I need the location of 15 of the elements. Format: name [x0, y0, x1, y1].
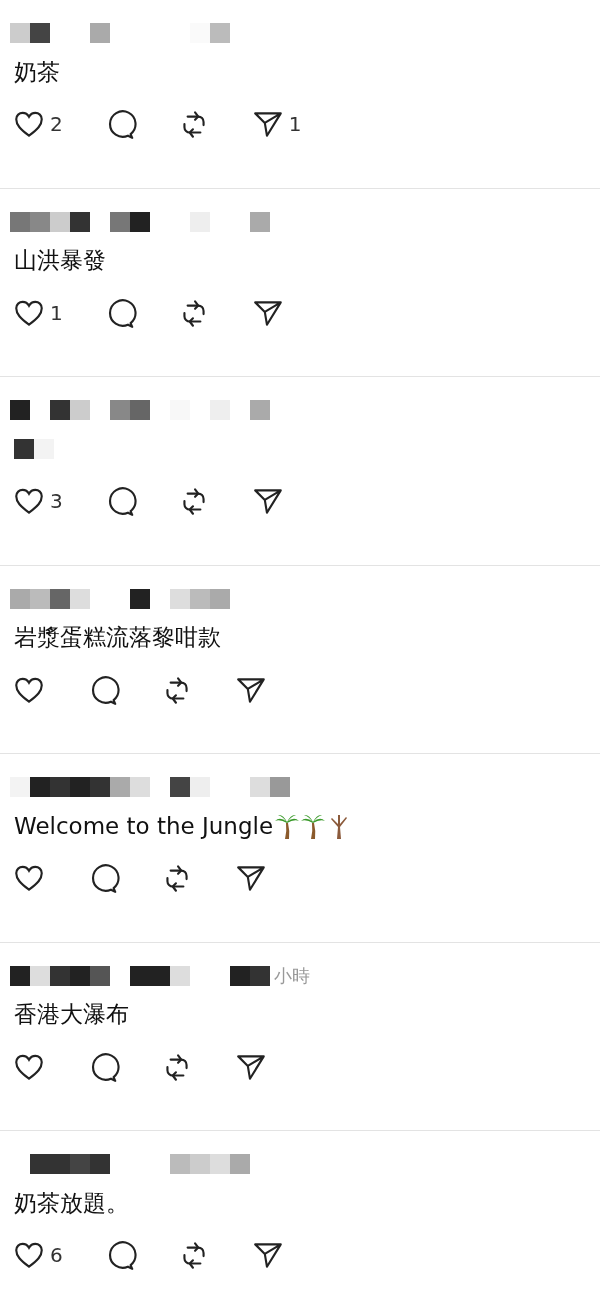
post-text: Welcome to the Jungle [14, 813, 274, 839]
post-text: 奶茶 [14, 57, 60, 87]
palm-tree-icon [275, 813, 300, 839]
like-button[interactable]: 1 [12, 295, 63, 330]
redacted-text-drawing [14, 439, 54, 459]
post-text: 香港大瀑布 [14, 1000, 129, 1029]
post-time: 小時 [274, 963, 310, 988]
like-button[interactable]: 6 [12, 1238, 63, 1272]
like-button[interactable]: 3 [12, 484, 63, 518]
share-button[interactable]: 1 [250, 107, 302, 141]
like-button[interactable]: 2 [12, 107, 63, 141]
palm-tree-icon [301, 813, 326, 839]
post-text: 山洪暴發 [14, 246, 106, 275]
post-text: 奶茶放題。 [14, 1188, 129, 1218]
post-text: 岩漿蛋糕流落黎咁款 [14, 623, 221, 652]
